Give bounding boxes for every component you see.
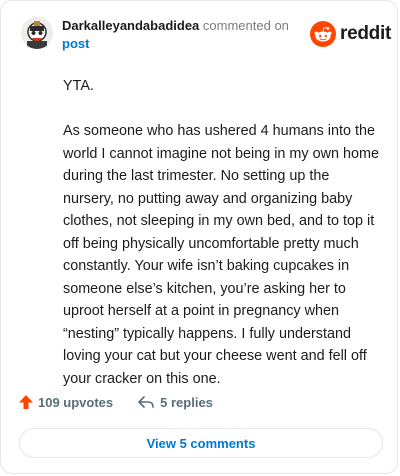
avatar-image [21, 17, 53, 49]
view-comments-button[interactable]: View 5 comments [19, 428, 383, 458]
username[interactable]: Darkalleyandabadidea [62, 18, 199, 33]
post-link[interactable]: post [62, 36, 289, 52]
upvote-count: 109 upvotes [38, 394, 114, 410]
reddit-logo[interactable]: reddit [310, 20, 391, 48]
action-text: commented on [202, 18, 289, 33]
comment-header: Darkalleyandabadidea commented on post [62, 18, 289, 52]
comment-actions: 109 upvotes 5 replies [18, 394, 213, 410]
reddit-snoo-icon [310, 21, 336, 47]
reply-count: 5 replies [160, 394, 213, 410]
comment-body: YTA. As someone who has ushered 4 humans… [63, 75, 381, 413]
comment-paragraph: As someone who has ushered 4 humans into… [63, 123, 379, 387]
upvote-arrow-icon [19, 395, 33, 409]
comment-paragraph: YTA. [63, 78, 94, 94]
upvote-button[interactable]: 109 upvotes [18, 394, 113, 410]
comment-card: Darkalleyandabadidea commented on post r… [0, 0, 398, 474]
reply-arrow-icon [138, 396, 154, 408]
reddit-wordmark: reddit [340, 23, 391, 44]
reply-button[interactable]: 5 replies [137, 394, 213, 410]
avatar[interactable] [21, 17, 53, 49]
